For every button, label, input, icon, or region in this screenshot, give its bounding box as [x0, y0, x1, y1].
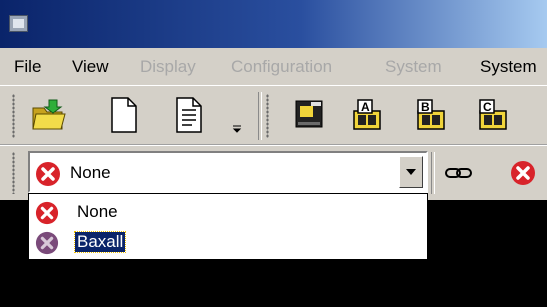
camera-select-dropdown-button[interactable]: [399, 156, 423, 188]
new-button[interactable]: [105, 95, 143, 135]
menu-system[interactable]: System: [385, 57, 442, 77]
red-x-icon: [511, 161, 535, 185]
app-system-icon[interactable]: [9, 15, 28, 32]
link-button[interactable]: [442, 162, 476, 184]
red-x-icon: [35, 161, 61, 192]
svg-text:B: B: [421, 100, 430, 114]
menu-system-2[interactable]: System: [480, 57, 537, 77]
document-button[interactable]: [170, 95, 208, 135]
open-button[interactable]: [30, 95, 68, 135]
svg-text:A: A: [361, 100, 370, 114]
camera-c-icon: C: [479, 99, 507, 130]
dropdown-option-baxall[interactable]: Baxall: [29, 227, 427, 257]
menu-bar: File View Display Configuration System S…: [0, 48, 547, 85]
dropdown-option-none[interactable]: None: [29, 197, 427, 227]
open-folder-icon: [32, 99, 66, 130]
monitor-button[interactable]: [290, 95, 328, 135]
camera-select[interactable]: None: [28, 151, 428, 193]
delete-camera-button[interactable]: [510, 160, 540, 188]
document-icon: [176, 97, 202, 133]
link-icon: [445, 168, 472, 178]
camera-dropdown-list: None Baxall: [28, 193, 428, 260]
camera-a-button[interactable]: A: [348, 95, 386, 135]
main-toolbar: A B C: [0, 85, 547, 145]
toolbar-grip-2[interactable]: [266, 94, 269, 138]
new-document-icon: [111, 97, 137, 133]
menu-file[interactable]: File: [14, 57, 41, 77]
menu-configuration[interactable]: Configuration: [231, 57, 332, 77]
dropdown-option-label: Baxall: [73, 231, 127, 253]
monitor-icon: [295, 100, 323, 128]
camera-toolbar-separator: [431, 152, 435, 194]
chevron-down-icon: [232, 125, 242, 133]
red-x-icon: [35, 201, 59, 230]
camera-select-value: None: [70, 163, 111, 182]
chevron-down-icon: [406, 169, 416, 175]
svg-text:C: C: [483, 100, 492, 114]
menu-view[interactable]: View: [72, 57, 109, 77]
camera-a-icon: A: [353, 99, 381, 130]
camera-c-button[interactable]: C: [474, 95, 512, 135]
camera-b-icon: B: [417, 99, 445, 130]
camera-b-button[interactable]: B: [412, 95, 450, 135]
purple-x-icon: [35, 231, 59, 260]
title-bar: [0, 0, 547, 48]
dropdown-option-label: None: [77, 202, 118, 221]
toolbar-separator: [258, 92, 262, 140]
toolbar-overflow-chevron[interactable]: [232, 118, 242, 133]
toolbar-grip[interactable]: [12, 94, 15, 138]
menu-display[interactable]: Display: [140, 57, 196, 77]
camera-toolbar-grip[interactable]: [12, 152, 15, 194]
